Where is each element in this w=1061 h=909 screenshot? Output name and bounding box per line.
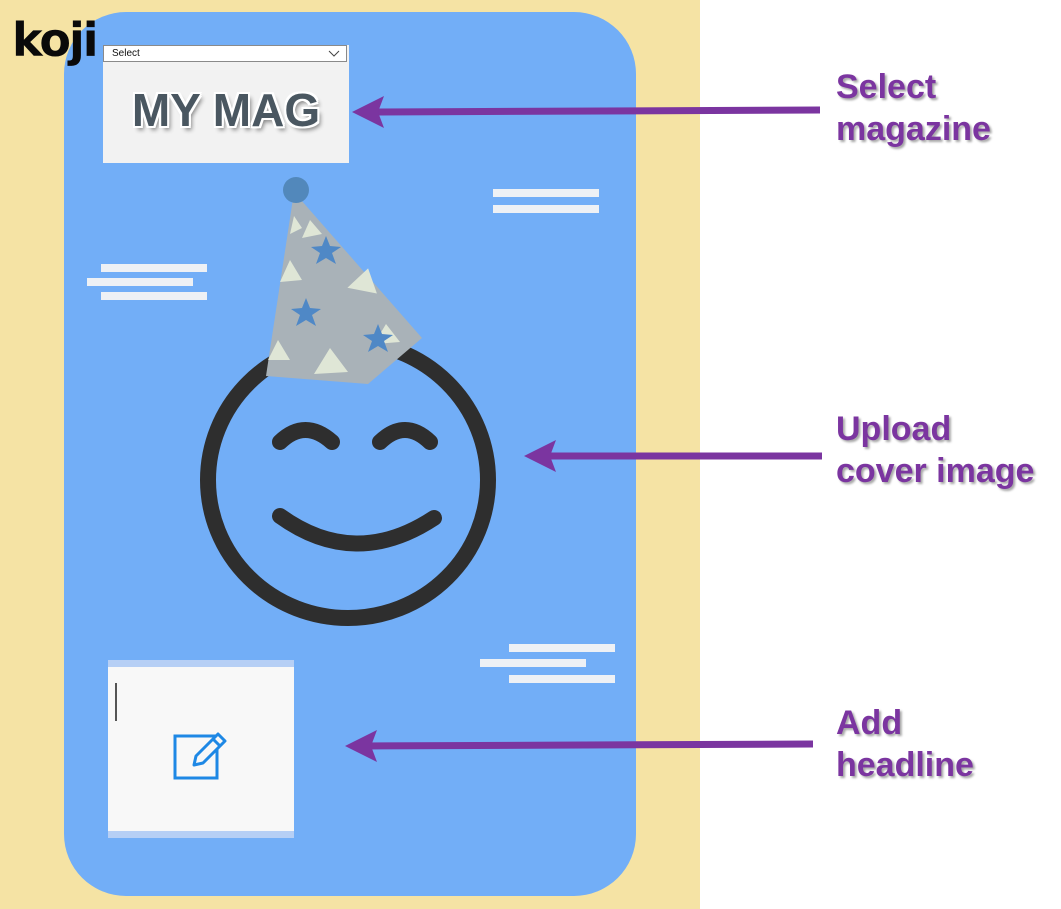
annotation-line: Upload [836, 410, 952, 448]
arrow-to-magazine-select [352, 96, 821, 128]
chevron-down-icon [328, 50, 340, 57]
magazine-select-value: Select [112, 48, 140, 59]
annotation-line: Select [836, 68, 937, 106]
magazine-title: MY MAG [131, 84, 321, 136]
decorative-text-line [480, 659, 586, 667]
headline-input[interactable] [108, 660, 294, 838]
arrow-to-headline-input [345, 730, 814, 762]
annotation-line: cover image [836, 452, 1035, 490]
annotation-add-headline: Add headline [836, 702, 974, 786]
edit-icon[interactable] [172, 725, 230, 783]
annotation-select-magazine: Select magazine [836, 66, 991, 150]
annotation-line: headline [836, 746, 974, 784]
annotation-line: Add [836, 704, 903, 742]
arrow-to-cover-image [524, 440, 822, 472]
decorative-text-line [509, 644, 615, 652]
magazine-select[interactable]: Select [103, 45, 347, 62]
text-caret [115, 683, 117, 721]
decorative-text-line [509, 675, 615, 683]
annotation-line: magazine [836, 110, 991, 148]
annotation-upload-cover-image: Upload cover image [836, 408, 1034, 492]
decorative-text-line [87, 278, 193, 286]
party-hat-smiley-icon[interactable] [190, 170, 510, 640]
koji-logo: koji [12, 13, 98, 67]
